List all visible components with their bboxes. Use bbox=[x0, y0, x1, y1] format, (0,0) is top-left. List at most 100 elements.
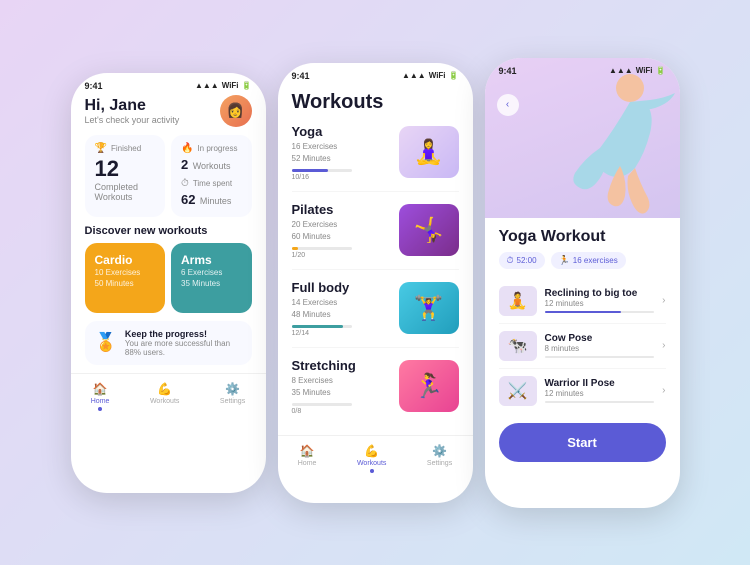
avatar: 👩 bbox=[220, 95, 252, 127]
figure-icon: 🏃 bbox=[559, 255, 570, 266]
nav-settings[interactable]: ⚙️ Settings bbox=[220, 382, 245, 411]
nav-active-indicator bbox=[98, 407, 102, 411]
back-button[interactable]: ‹ bbox=[497, 94, 519, 116]
stretching-image: 🏃‍♀️ bbox=[399, 360, 459, 412]
home-icon: 🏠 bbox=[93, 382, 108, 396]
cardio-card[interactable]: Cardio 10 Exercises 50 Minutes bbox=[85, 243, 166, 313]
nav-workouts-label-mid: Workouts bbox=[357, 460, 386, 467]
bottom-nav-mid: 🏠 Home 💪 Workouts ⚙️ Settings bbox=[278, 435, 473, 483]
clock-icon: ⏱ bbox=[181, 178, 189, 189]
pilates-minutes: 60 Minutes bbox=[292, 231, 399, 243]
finished-label: Finished bbox=[111, 144, 141, 153]
yoga-progress-label: 10/16 bbox=[292, 174, 399, 181]
workout-cards: Cardio 10 Exercises 50 Minutes Arms 6 Ex… bbox=[85, 243, 252, 313]
progress-sub: You are more successful than 88% users. bbox=[125, 339, 242, 357]
pilates-title: Pilates bbox=[292, 202, 399, 217]
settings-icon-mid: ⚙️ bbox=[432, 444, 447, 458]
nav-home-label-mid: Home bbox=[298, 460, 317, 467]
status-icons-left: ▲▲▲ WiFi 🔋 bbox=[195, 81, 252, 90]
list-item-yoga[interactable]: Yoga 16 Exercises 52 Minutes 10/16 🧘‍♀️ bbox=[292, 124, 459, 192]
nav-home[interactable]: 🏠 Home bbox=[91, 382, 110, 411]
ex-sub-2: 8 minutes bbox=[545, 344, 655, 353]
nav-workouts[interactable]: 💪 Workouts bbox=[150, 382, 179, 411]
exercise-item-3[interactable]: ⚔️ Warrior II Pose 12 minutes › bbox=[499, 369, 666, 413]
arms-card[interactable]: Arms 6 Exercises 35 Minutes bbox=[171, 243, 252, 313]
cardio-sub1: 10 Exercises bbox=[95, 267, 156, 278]
yoga-image: 🧘‍♀️ bbox=[399, 126, 459, 178]
pilates-progress-fill bbox=[292, 247, 298, 250]
hero-image: ‹ bbox=[485, 58, 680, 218]
start-button[interactable]: Start bbox=[499, 423, 666, 462]
discover-title: Discover new workouts bbox=[85, 225, 252, 237]
cardio-title: Cardio bbox=[95, 253, 156, 267]
settings-icon: ⚙️ bbox=[225, 382, 240, 396]
exercises-badge: 🏃 16 exercises bbox=[551, 252, 626, 269]
pilates-exercises: 20 Exercises bbox=[292, 219, 399, 231]
yoga-workout-title: Yoga Workout bbox=[499, 228, 666, 246]
chevron-right-icon-3: › bbox=[662, 385, 665, 396]
arms-sub1: 6 Exercises bbox=[181, 267, 242, 278]
phone-left: 9:41 ▲▲▲ WiFi 🔋 Hi, Jane Let's check you… bbox=[71, 73, 266, 493]
time-mid: 9:41 bbox=[292, 71, 310, 81]
ex-sub-1: 12 minutes bbox=[545, 299, 655, 308]
exercise-item-1[interactable]: 🧘 Reclining to big toe 12 minutes › bbox=[499, 279, 666, 324]
nav-workouts-label: Workouts bbox=[150, 398, 179, 405]
phone-middle: 9:41 ▲▲▲ WiFi 🔋 Workouts Yoga 16 Exercis… bbox=[278, 63, 473, 503]
ex-thumb-2: 🐄 bbox=[499, 331, 537, 361]
status-bar-left: 9:41 ▲▲▲ WiFi 🔋 bbox=[71, 73, 266, 95]
nav-workouts-mid[interactable]: 💪 Workouts bbox=[357, 444, 386, 473]
finished-count: 12 bbox=[95, 156, 156, 182]
progress-icon: 🏅 bbox=[95, 332, 117, 353]
yoga-minutes: 52 Minutes bbox=[292, 153, 399, 165]
duration-badge: ⏱ 52:00 bbox=[499, 252, 545, 269]
yoga-exercises: 16 Exercises bbox=[292, 141, 399, 153]
greeting-sub: Let's check your activity bbox=[85, 115, 180, 125]
inprogress-sub: Workouts bbox=[193, 161, 231, 171]
status-bar-right: 9:41 ▲▲▲ WiFi 🔋 bbox=[485, 58, 680, 80]
workouts-icon: 💪 bbox=[157, 382, 172, 396]
fullbody-progress-fill bbox=[292, 325, 343, 328]
stats-grid: 🏆 Finished 12 Completed Workouts 🔥 In pr… bbox=[85, 135, 252, 217]
stretching-minutes: 35 Minutes bbox=[292, 387, 399, 399]
workouts-icon-mid: 💪 bbox=[364, 444, 379, 458]
pilates-progress-label: 1/20 bbox=[292, 252, 399, 259]
yoga-title: Yoga bbox=[292, 124, 399, 139]
arms-title: Arms bbox=[181, 253, 242, 267]
time-right: 9:41 bbox=[499, 66, 517, 76]
ex-thumb-3: ⚔️ bbox=[499, 376, 537, 406]
nav-home-mid[interactable]: 🏠 Home bbox=[298, 444, 317, 473]
yoga-hero-svg bbox=[540, 58, 680, 218]
inprogress-count: 2 bbox=[181, 157, 188, 172]
bottom-nav-left: 🏠 Home 💪 Workouts ⚙️ Settings bbox=[71, 373, 266, 421]
list-item-pilates[interactable]: Pilates 20 Exercises 60 Minutes 1/20 🤸‍♀… bbox=[292, 202, 459, 270]
pilates-image: 🤸‍♀️ bbox=[399, 204, 459, 256]
fullbody-title: Full body bbox=[292, 280, 399, 295]
cardio-sub2: 50 Minutes bbox=[95, 278, 156, 289]
list-item-stretching[interactable]: Stretching 8 Exercises 35 Minutes 0/8 🏃‍… bbox=[292, 358, 459, 425]
home-icon-mid: 🏠 bbox=[300, 444, 315, 458]
right-content: Yoga Workout ⏱ 52:00 🏃 16 exercises 🧘 Re… bbox=[485, 218, 680, 508]
timespent-count: 62 bbox=[181, 192, 195, 207]
exercises-count: 16 exercises bbox=[573, 256, 618, 265]
nav-settings-mid[interactable]: ⚙️ Settings bbox=[427, 444, 452, 473]
finished-sub: Completed Workouts bbox=[95, 182, 156, 202]
greeting-name: Hi, Jane bbox=[85, 97, 180, 115]
chevron-right-icon-2: › bbox=[662, 340, 665, 351]
yoga-progress-fill bbox=[292, 169, 328, 172]
nav-settings-label-mid: Settings bbox=[427, 460, 452, 467]
fullbody-exercises: 14 Exercises bbox=[292, 297, 399, 309]
finished-icon: 🏆 bbox=[95, 143, 107, 154]
clock-icon-right: ⏱ bbox=[507, 255, 514, 266]
exercise-item-2[interactable]: 🐄 Cow Pose 8 minutes › bbox=[499, 324, 666, 369]
ex-info-1: Reclining to big toe 12 minutes bbox=[545, 288, 655, 313]
workouts-page-title: Workouts bbox=[292, 91, 459, 114]
list-item-fullbody[interactable]: Full body 14 Exercises 48 Minutes 12/14 … bbox=[292, 280, 459, 348]
fullbody-progress-label: 12/14 bbox=[292, 330, 399, 337]
status-icons-right: ▲▲▲ WiFi 🔋 bbox=[609, 66, 666, 75]
duration-value: 52:00 bbox=[517, 256, 537, 265]
progress-title: Keep the progress! bbox=[125, 329, 242, 339]
keep-progress: 🏅 Keep the progress! You are more succes… bbox=[85, 321, 252, 365]
stat-finished: 🏆 Finished 12 Completed Workouts bbox=[85, 135, 166, 217]
stretching-progress-label: 0/8 bbox=[292, 408, 399, 415]
timespent-label: Time spent bbox=[193, 179, 232, 188]
